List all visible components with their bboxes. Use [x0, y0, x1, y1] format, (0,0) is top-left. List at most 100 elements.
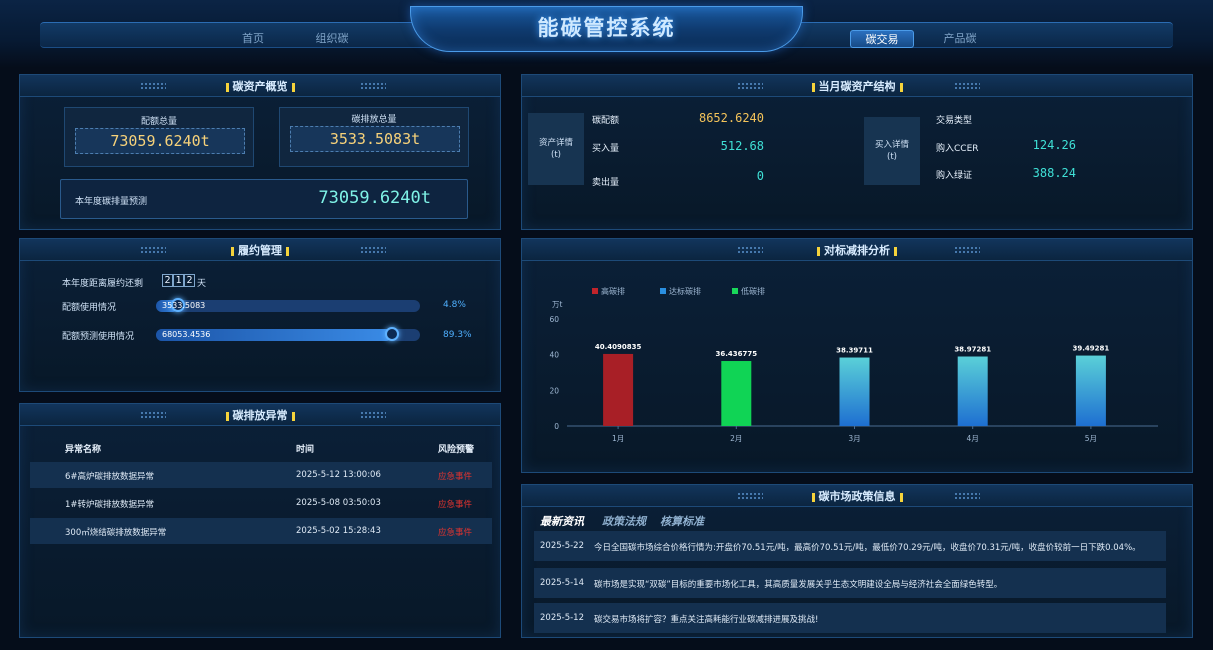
tab-standards[interactable]: 核算标准	[660, 513, 704, 529]
quota-usage-percent: 4.8%	[443, 300, 466, 310]
asset-structure-panel: 当月碳资产结构 资产详情 (t) 碳配额 8652.6240 买入量 512.6…	[521, 74, 1193, 230]
forecast-label: 本年度碳排量预测	[75, 197, 148, 207]
y-tick-label: 40	[549, 351, 559, 360]
table-row[interactable]: 6#高炉碳排放数据异常 2025-5-12 13:00:06 应急事件	[30, 462, 492, 488]
days-digit: 2	[184, 274, 195, 287]
buy-row-label: 购入绿证	[936, 171, 973, 181]
buy-row-value: 124.26	[1032, 138, 1076, 152]
legend-label: 达标碳排	[669, 286, 701, 296]
x-tick-label: 4月	[967, 434, 979, 443]
panel-header: 碳市场政策信息	[522, 485, 1192, 507]
column-header-name: 异常名称	[65, 445, 102, 455]
panel-header: 碳排放异常	[20, 404, 500, 426]
days-remaining-label: 本年度距离履约还剩	[62, 279, 144, 289]
forecast-value: 73059.6240t	[318, 188, 431, 208]
emission-total-label: 碳排放总量	[351, 115, 397, 125]
grid-decoration	[360, 82, 386, 91]
buy-row-label: 购入CCER	[936, 144, 979, 154]
header: 能碳管控系统 首页 组织碳 碳交易 产品碳	[0, 0, 1213, 68]
news-text: 碳交易市场将扩容？重点关注高耗能行业碳减排进展及挑战!	[594, 615, 819, 625]
grid-decoration	[360, 411, 386, 420]
y-axis-unit: 万t	[552, 300, 562, 309]
bar	[721, 361, 752, 426]
asset-row-label: 卖出量	[592, 178, 620, 188]
tab-latest-news[interactable]: 最新资讯	[540, 513, 584, 529]
bar	[957, 356, 988, 426]
nav-home[interactable]: 首页	[221, 30, 285, 48]
bar-value-label: 38.97281	[954, 345, 991, 353]
legend-label: 高碳排	[601, 286, 625, 296]
table-row[interactable]: 300㎡烧结碳排放数据异常 2025-5-02 15:28:43 应急事件	[30, 518, 492, 544]
bar	[839, 357, 870, 426]
legend-swatch	[660, 288, 666, 294]
y-tick-label: 0	[554, 422, 559, 431]
quota-total-card: 配额总量 73059.6240t	[64, 107, 254, 167]
news-item[interactable]: 2025-5-22 今日全国碳市场综合价格行情为:开盘价70.51元/吨，最高价…	[534, 531, 1166, 561]
panel-title: 履约管理	[238, 244, 282, 257]
grid-decoration	[954, 246, 980, 255]
x-tick-label: 5月	[1085, 434, 1097, 443]
x-tick-label: 1月	[612, 434, 624, 443]
panel-title: 当月碳资产结构	[818, 80, 896, 93]
x-tick-label: 2月	[730, 434, 742, 443]
days-digit: 2	[162, 274, 173, 287]
panel-header: 当月碳资产结构	[522, 75, 1192, 97]
page-title: 能碳管控系统	[537, 16, 676, 40]
buy-detail-tag: 买入详情 (t)	[864, 117, 920, 185]
news-text: 今日全国碳市场综合价格行情为:开盘价70.51元/吨，最高价70.51元/吨，最…	[594, 543, 1141, 553]
quota-forecast-label: 配额预测使用情况	[62, 332, 135, 342]
y-tick-label: 20	[549, 386, 559, 395]
legend-swatch	[732, 288, 738, 294]
quota-forecast-knob[interactable]	[384, 327, 399, 341]
anomaly-name: 300㎡烧结碳排放数据异常	[65, 528, 167, 538]
panel-header: 碳资产概览	[20, 75, 500, 97]
legend-label: 低碳排	[741, 286, 765, 296]
bar	[603, 353, 634, 426]
days-unit: 天	[197, 279, 207, 289]
quota-usage-value: 3533.5083	[162, 301, 206, 310]
anomaly-time: 2025-5-02 15:28:43	[296, 526, 381, 536]
nav-org-carbon[interactable]: 组织碳	[300, 30, 364, 48]
compliance-panel: 履约管理 本年度距离履约还剩 2 1 2 天 配额使用情况 3533.5083 …	[19, 238, 501, 392]
asset-detail-tag: 资产详情 (t)	[528, 113, 584, 185]
grid-decoration	[954, 492, 980, 501]
buy-row-value: 388.24	[1032, 166, 1076, 180]
panel-header: 对标减排分析	[522, 239, 1192, 261]
news-date: 2025-5-22	[540, 541, 584, 551]
nav-carbon-trading[interactable]: 碳交易	[850, 30, 914, 48]
news-item[interactable]: 2025-5-14 碳市场是实现“双碳”目标的重要市场化工具，其高质量发展关乎生…	[534, 568, 1166, 598]
anomaly-time: 2025-5-08 03:50:03	[296, 498, 381, 508]
grid-decoration	[954, 82, 980, 91]
quota-forecast-percent: 89.3%	[443, 330, 472, 340]
asset-row-label: 碳配额	[592, 116, 620, 126]
grid-decoration	[360, 246, 386, 255]
asset-row-value: 512.68	[720, 139, 764, 153]
trade-type-label: 交易类型	[936, 116, 973, 126]
panel-title: 碳资产概览	[232, 80, 288, 93]
days-digit: 1	[173, 274, 184, 287]
news-item[interactable]: 2025-5-12 碳交易市场将扩容？重点关注高耗能行业碳减排进展及挑战!	[534, 603, 1166, 633]
panel-title: 碳排放异常	[232, 409, 288, 422]
column-header-risk: 风险预警	[438, 445, 475, 455]
carbon-assets-panel: 碳资产概览 配额总量 73059.6240t 碳排放总量 3533.5083t …	[19, 74, 501, 230]
market-news-panel: 碳市场政策信息 最新资讯 政策法规 核算标准 2025-5-22 今日全国碳市场…	[521, 484, 1193, 638]
bar-value-label: 36.436775	[715, 350, 757, 358]
nav-product-carbon[interactable]: 产品碳	[928, 30, 992, 48]
risk-badge: 应急事件	[438, 528, 473, 538]
bar-chart: 高碳排 达标碳排 低碳排 万t 0 20 40 60 40.4090835 1月 36.4367…	[549, 286, 1158, 443]
news-date: 2025-5-12	[540, 613, 584, 623]
benchmark-panel: 对标减排分析 高碳排 达标碳排 低碳排 万t 0 20 40 60 40.4090835 1月…	[521, 238, 1193, 473]
asset-row-value: 8652.6240	[698, 111, 764, 125]
quota-forecast-value: 68053.4536	[162, 330, 211, 339]
emission-total-card: 碳排放总量 3533.5083t	[279, 107, 469, 167]
anomaly-time: 2025-5-12 13:00:06	[296, 470, 381, 480]
panel-title: 碳市场政策信息	[818, 490, 896, 503]
panel-title: 对标减排分析	[824, 244, 890, 257]
quota-forecast-bar: 68053.4536	[156, 327, 420, 341]
tab-policy[interactable]: 政策法规	[602, 513, 646, 529]
bar	[1075, 355, 1106, 426]
table-row[interactable]: 1#转炉碳排放数据异常 2025-5-08 03:50:03 应急事件	[30, 490, 492, 516]
y-tick-label: 60	[549, 315, 559, 324]
news-date: 2025-5-14	[540, 578, 584, 588]
risk-badge: 应急事件	[438, 500, 473, 510]
